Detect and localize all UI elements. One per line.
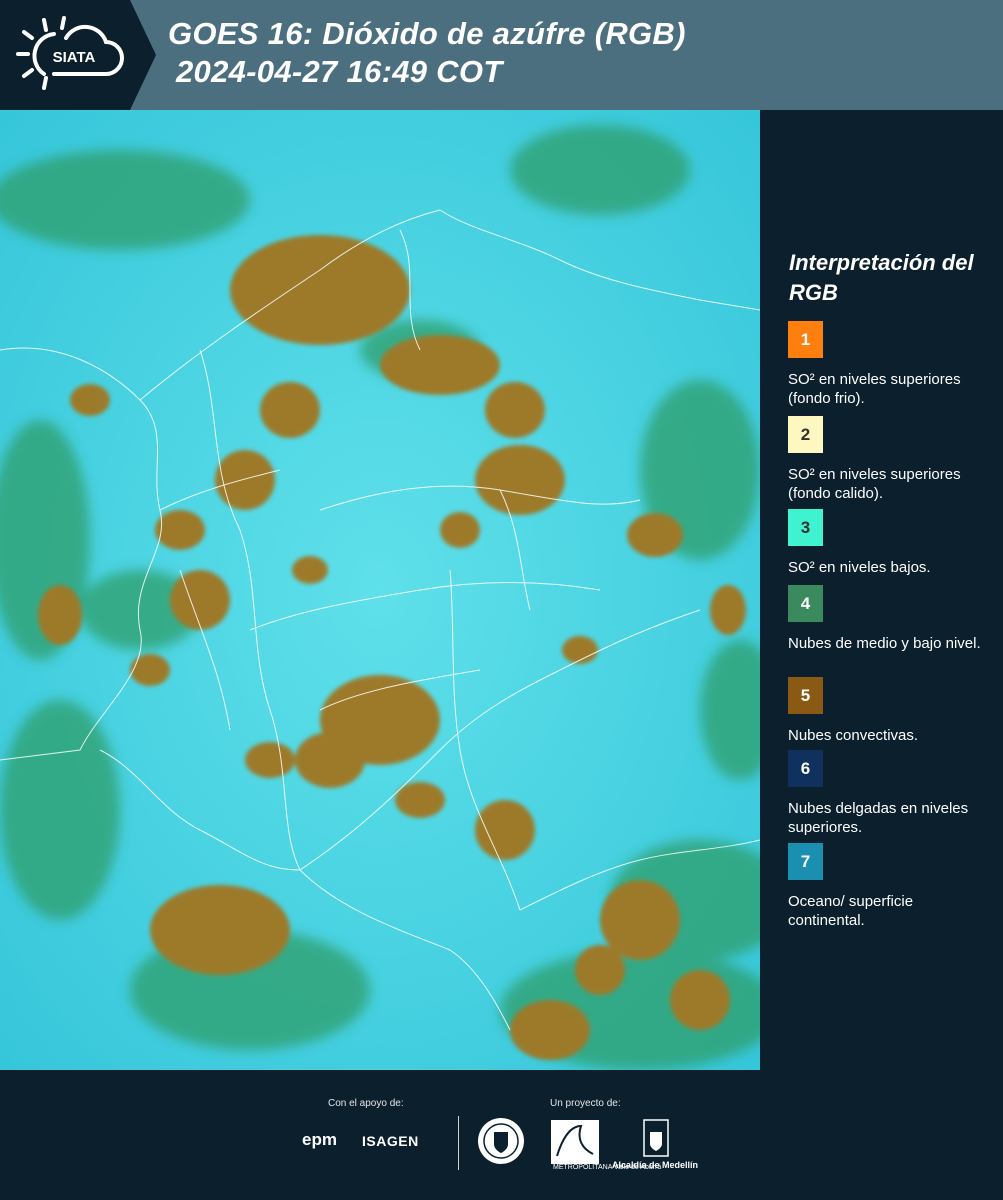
header: SIATA GOES 16: Dióxido de azúfre (RGB) 2… — [0, 0, 1003, 110]
support-label: Con el apoyo de: — [328, 1098, 404, 1109]
area-metropolitana-logo-icon — [551, 1120, 599, 1164]
legend-swatch: 2 — [788, 416, 823, 453]
legend-label: Nubes delgadas en niveles superiores. — [788, 800, 969, 836]
legend-label: SO² en niveles superiores (fondo calido)… — [788, 466, 961, 502]
legend-label: SO² en niveles bajos. — [788, 559, 931, 576]
alcaldia-emblem-icon — [643, 1119, 669, 1157]
project-label: Un proyecto de: — [550, 1098, 621, 1109]
page-title: GOES 16: Dióxido de azúfre (RGB) — [168, 16, 686, 51]
siata-logo-box: SIATA — [0, 0, 130, 110]
legend-swatch: 4 — [788, 585, 823, 622]
legend-label: Nubes de medio y bajo nivel. — [788, 635, 981, 652]
legend-label: SO² en niveles superiores (fondo frio). — [788, 371, 961, 407]
timestamp: 2024-04-27 16:49 COT — [176, 54, 503, 89]
legend-title: Interpretación del RGB — [789, 250, 974, 305]
satellite-image — [0, 110, 760, 1070]
legend-panel: Interpretación del RGB 1 SO² en niveles … — [760, 110, 1003, 1070]
epm-logo: epm — [302, 1130, 337, 1149]
alcaldia-text: Alcaldía de Medellín — [612, 1160, 699, 1170]
logo-arrow — [130, 0, 156, 110]
footer: Con el apoyo de: Un proyecto de: epm ISA… — [0, 1070, 1003, 1200]
satellite-map — [0, 110, 760, 1070]
legend-swatch: 6 — [788, 750, 823, 787]
legend-swatch: 1 — [788, 321, 823, 358]
legend-label: Oceano/ superficie continental. — [788, 893, 914, 929]
legend-swatch: 3 — [788, 509, 823, 546]
university-seal-icon — [478, 1118, 524, 1164]
legend-swatch: 7 — [788, 843, 823, 880]
legend-label: Nubes convectivas. — [788, 727, 919, 744]
footer-divider — [458, 1116, 459, 1170]
isagen-logo: ISAGEN — [362, 1133, 419, 1149]
siata-logo-icon: SIATA — [16, 16, 124, 90]
siata-logo-text: SIATA — [53, 49, 96, 66]
legend-swatch: 5 — [788, 677, 823, 714]
